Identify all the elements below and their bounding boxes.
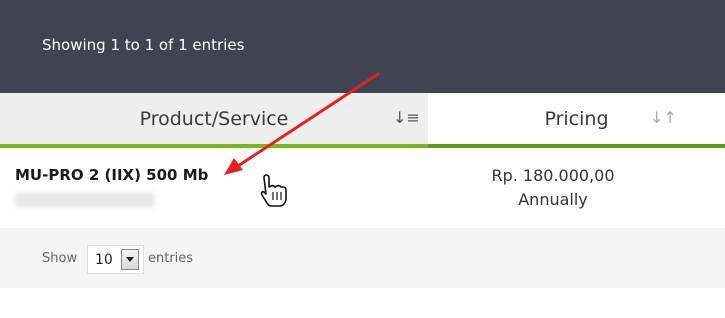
billing-cycle: Annually bbox=[518, 190, 588, 209]
column-header-pricing[interactable]: Pricing ↓↑ bbox=[428, 93, 725, 148]
sort-amount-down-icon[interactable]: ↓≡ bbox=[393, 108, 420, 127]
price-amount: Rp. 180.000,00 bbox=[491, 166, 615, 185]
column-header-label: Pricing bbox=[544, 107, 609, 130]
column-header-product-service[interactable]: Product/Service ↓≡ bbox=[0, 93, 428, 148]
product-name-link[interactable]: MU-PRO 2 (IIX) 500 Mb bbox=[15, 166, 208, 184]
chevron-down-icon[interactable] bbox=[121, 249, 139, 270]
table-row[interactable]: MU-PRO 2 (IIX) 500 Mb Rp. 180.000,00 Ann… bbox=[0, 148, 725, 226]
entries-label: entries bbox=[148, 251, 194, 266]
sort-arrows-icon[interactable]: ↓↑ bbox=[650, 108, 677, 127]
table-header-row: Product/Service ↓≡ Pricing ↓↑ bbox=[0, 93, 725, 148]
table-info-bar: Showing 1 to 1 of 1 entries bbox=[0, 0, 725, 93]
show-label: Show bbox=[42, 251, 78, 266]
entries-per-page-value: 10 bbox=[95, 252, 113, 268]
table-info-text: Showing 1 to 1 of 1 entries bbox=[42, 36, 245, 54]
product-domain-blurred bbox=[15, 192, 155, 208]
entries-per-page-select[interactable]: 10 bbox=[87, 245, 144, 274]
table-length-bar: Show 10 entries bbox=[0, 228, 725, 288]
column-header-label: Product/Service bbox=[139, 107, 289, 130]
